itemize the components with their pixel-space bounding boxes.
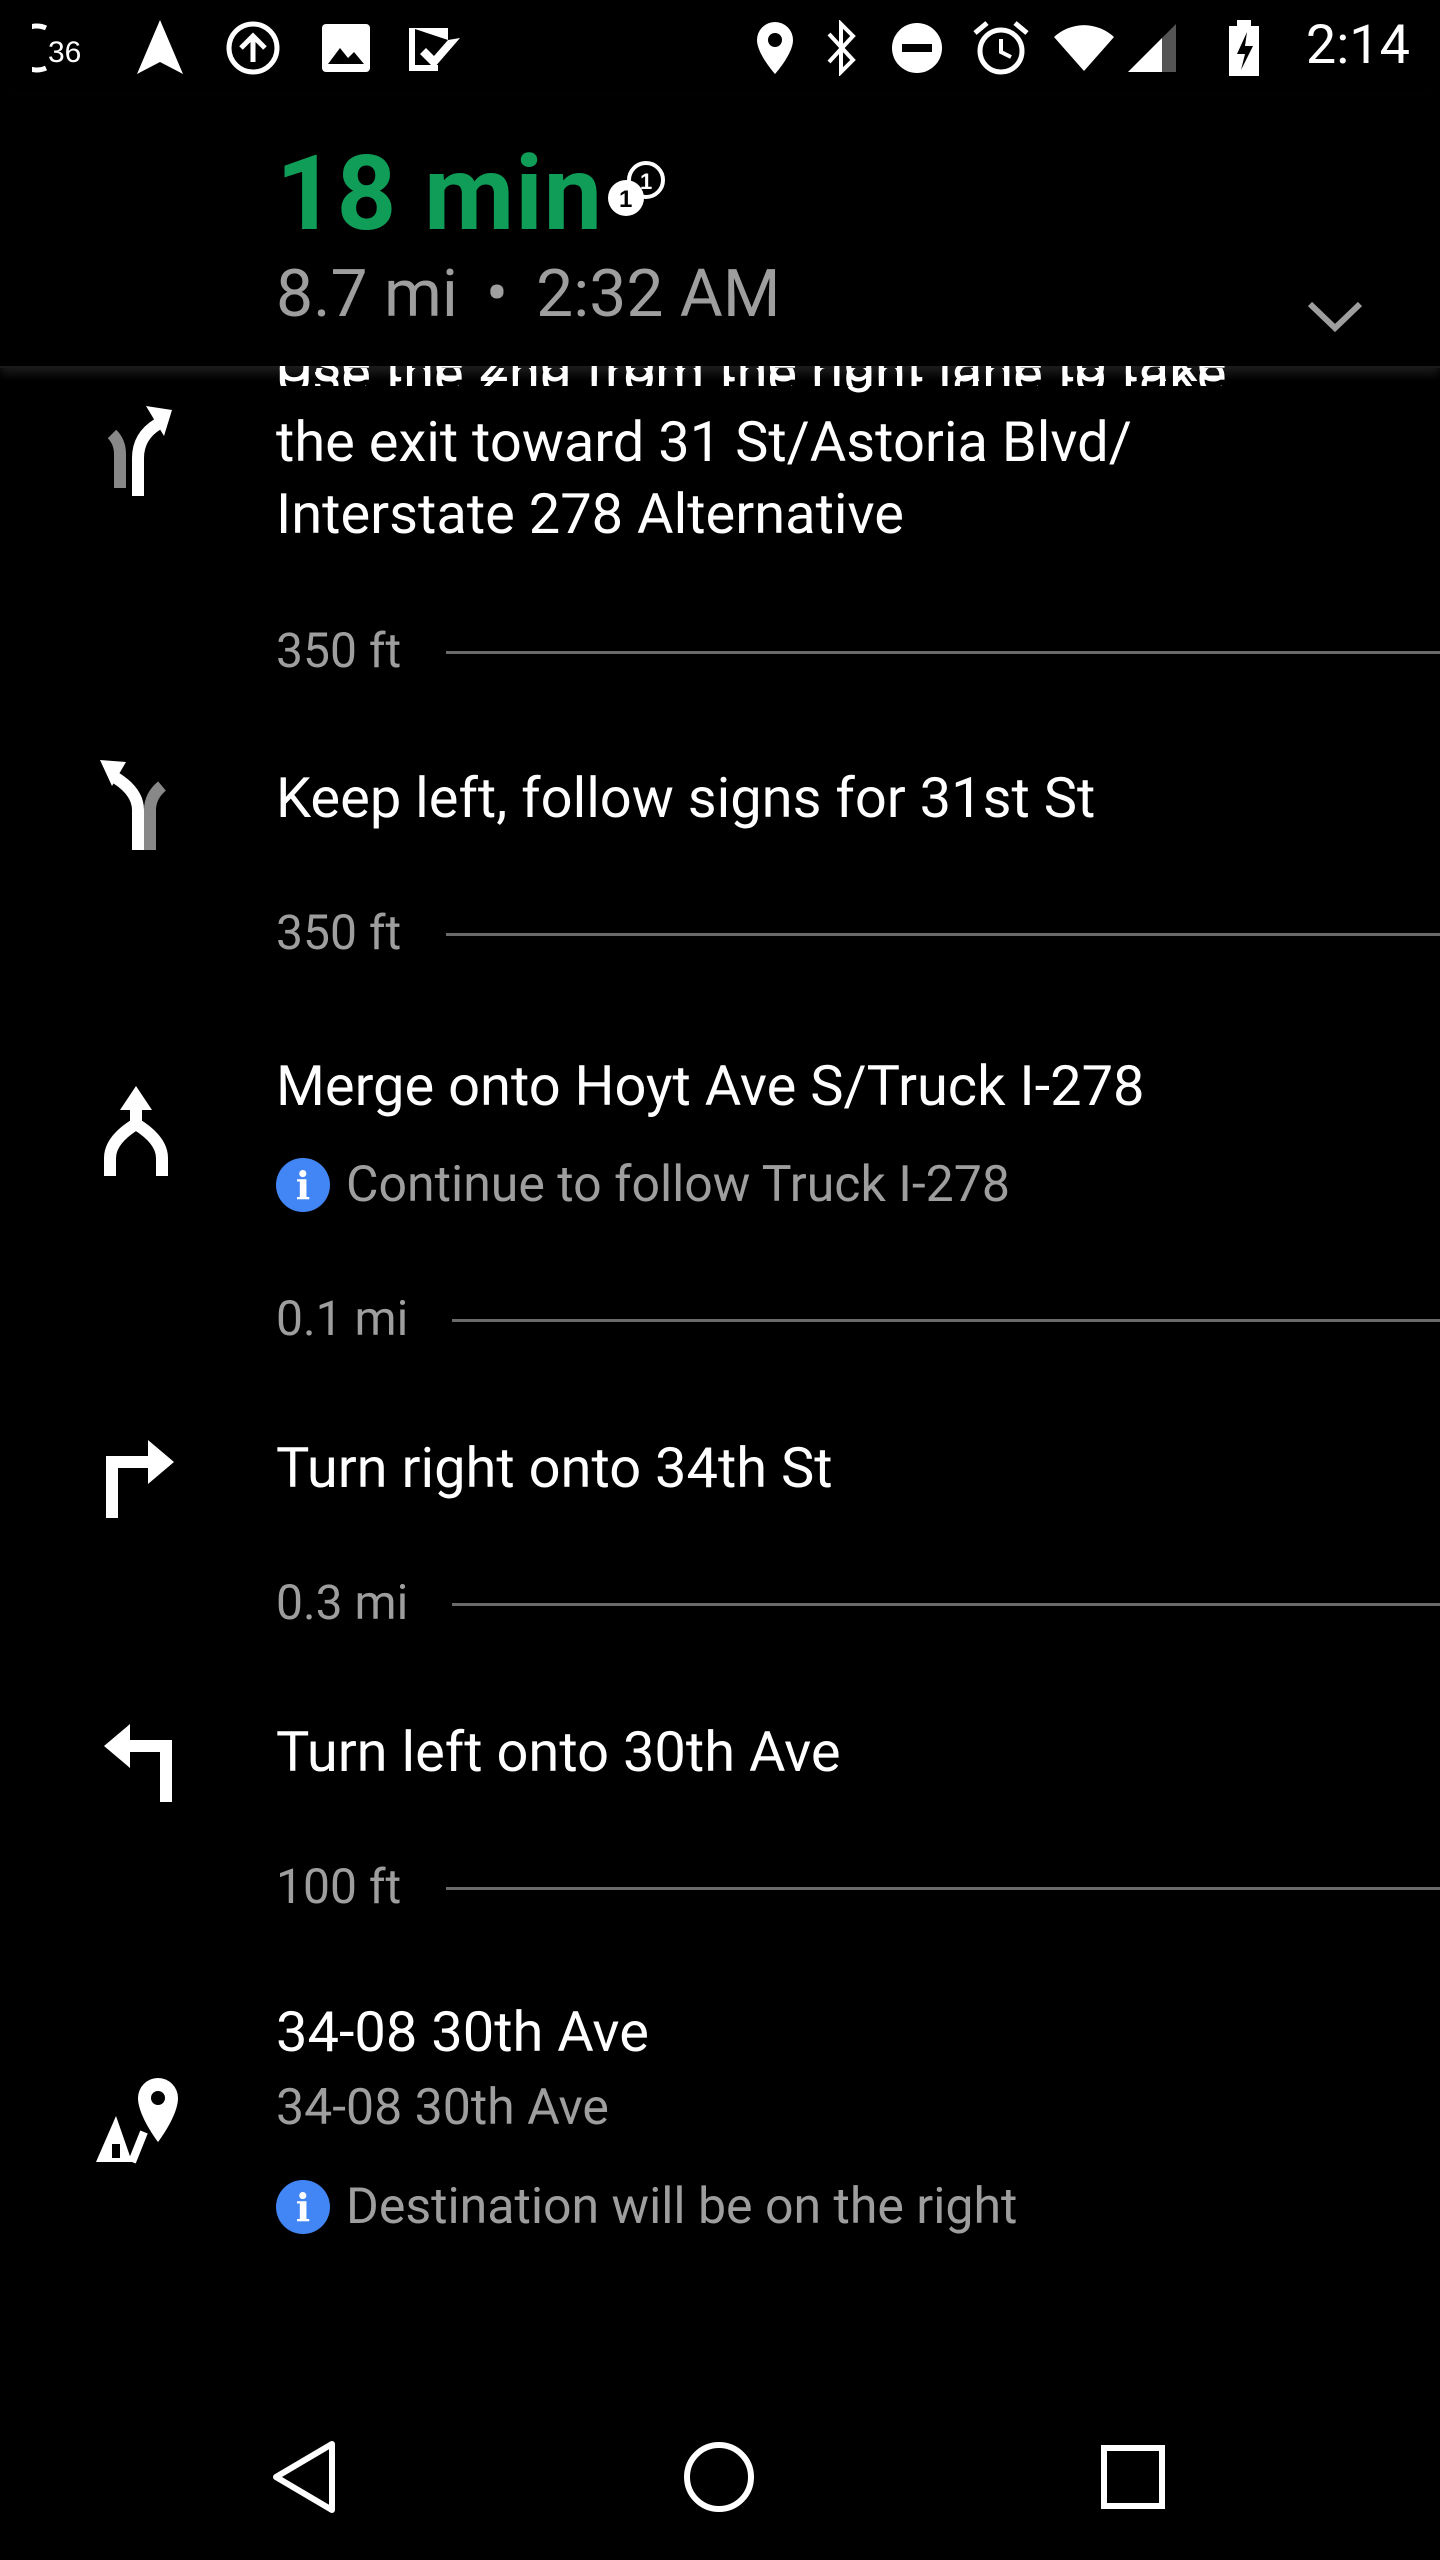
destination-icon	[96, 2078, 178, 2164]
status-time: 2:14	[1305, 14, 1410, 77]
cell-signal-icon	[1124, 18, 1180, 78]
step-exit[interactable]: Use the 2nd from the right lane to take …	[0, 341, 1440, 666]
wifi-icon	[1052, 18, 1116, 78]
destination-title: 34-08 30th Ave	[276, 1999, 649, 2065]
turn-right-icon	[106, 1440, 174, 1518]
image-icon	[316, 18, 376, 78]
eta-duration: 18 min	[276, 134, 604, 255]
step-instruction-line: Use the 2nd from the right lane to take	[276, 366, 1386, 398]
step-keep-left[interactable]: Keep left, follow signs for 31st St	[0, 730, 1440, 870]
battery-charging-icon	[1222, 18, 1266, 78]
bluetooth-icon	[818, 18, 864, 78]
keep-left-icon	[100, 760, 167, 850]
turn-left-icon	[104, 1724, 172, 1802]
step-turn-left[interactable]: Turn left onto 30th Ave	[0, 1684, 1440, 1824]
step-info-text: Continue to follow Truck I-278	[346, 1156, 1010, 1214]
info-icon: i	[276, 1158, 330, 1212]
step-distance: 350 ft	[276, 904, 402, 961]
destination-step[interactable]: 34-08 30th Ave 34-08 30th Ave i Destinat…	[0, 1966, 1440, 2266]
traffic-badge-icon: 1 1	[608, 161, 665, 216]
step-merge[interactable]: Merge onto Hoyt Ave S/Truck I-278 i Cont…	[0, 1010, 1440, 1240]
divider	[452, 1319, 1440, 1322]
trip-summary-header-overlay[interactable]: 18 min 1 1 8.7 mi • 2:32 AM	[0, 96, 1440, 368]
alarm-icon	[970, 18, 1032, 78]
step-distance: 100 ft	[276, 1858, 402, 1915]
step-instruction-line: Interstate 278 Alternative	[276, 481, 904, 547]
destination-info: i Destination will be on the right	[276, 2178, 1017, 2236]
step-instruction-partial-visible: Use the 2nd from the right lane to take	[276, 366, 1386, 402]
home-button[interactable]	[674, 2432, 764, 2522]
navigation-arrow-icon	[130, 18, 190, 78]
divider	[446, 651, 1440, 654]
step-distance: 0.1 mi	[276, 1290, 409, 1347]
back-button[interactable]	[262, 2432, 352, 2522]
trip-distance: 8.7 mi	[276, 256, 458, 333]
destination-subtitle: 34-08 30th Ave	[276, 2079, 609, 2137]
do-not-disturb-icon	[888, 18, 946, 78]
status-bar: 36 2:14	[0, 0, 1440, 96]
divider	[446, 933, 1440, 936]
divider	[452, 1603, 1440, 1606]
divider	[446, 1887, 1440, 1890]
svg-text:36: 36	[48, 36, 81, 69]
separator-dot: •	[485, 256, 509, 333]
chevron-down-icon[interactable]	[1300, 296, 1370, 336]
step-instruction: Turn right onto 34th St	[276, 1435, 833, 1501]
svg-text:1: 1	[619, 186, 632, 213]
step-instruction: Keep left, follow signs for 31st St	[276, 765, 1096, 831]
check-task-icon	[406, 18, 466, 78]
step-distance: 350 ft	[276, 622, 402, 679]
step-turn-right[interactable]: Turn right onto 34th St	[0, 1400, 1440, 1540]
step-instruction: the exit toward 31 St/Astoria Blvd/ Inte…	[276, 406, 1386, 550]
location-pin-icon	[752, 18, 798, 78]
recents-button[interactable]	[1088, 2432, 1178, 2522]
notification-36-icon: 36	[30, 18, 100, 78]
step-instruction: Merge onto Hoyt Ave S/Truck I-278	[276, 1053, 1145, 1119]
destination-info-text: Destination will be on the right	[346, 2178, 1018, 2236]
step-distance: 0.3 mi	[276, 1574, 409, 1631]
assistant-icon	[218, 18, 288, 78]
arrival-time: 2:32 AM	[536, 256, 781, 333]
exit-right-icon	[107, 406, 172, 496]
step-instruction-line: the exit toward 31 St/Astoria Blvd/	[276, 409, 1132, 475]
system-navigation-bar	[0, 2392, 1440, 2560]
trip-details: 8.7 mi • 2:32 AM	[276, 256, 780, 333]
info-icon: i	[276, 2180, 330, 2234]
step-info: i Continue to follow Truck I-278	[276, 1156, 1010, 1214]
merge-icon	[104, 1086, 168, 1176]
step-instruction: Turn left onto 30th Ave	[276, 1719, 841, 1785]
